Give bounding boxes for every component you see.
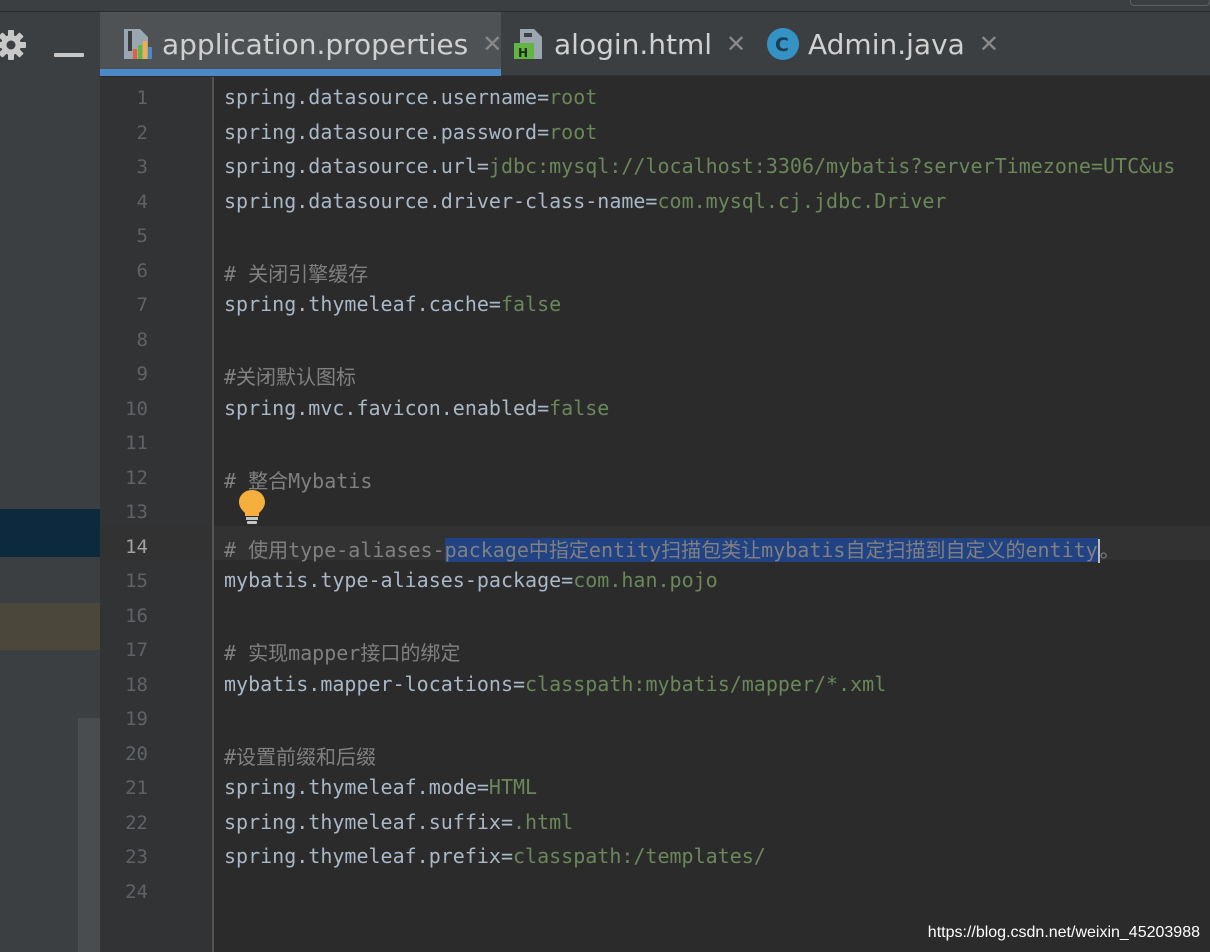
- gutter-separator: [212, 77, 214, 952]
- line-number: 22: [125, 811, 148, 834]
- property-value: root: [549, 119, 598, 144]
- line-number: 17: [125, 639, 148, 661]
- line-number: 14: [125, 535, 148, 558]
- property-value: .html: [512, 809, 574, 834]
- line-number: 1: [136, 87, 148, 109]
- code-line[interactable]: mybatis.type-aliases-package=com.han.poj…: [224, 568, 718, 592]
- code-line[interactable]: # 关闭引擎缓存: [224, 258, 368, 287]
- line-number: 16: [125, 604, 148, 627]
- property-key: spring.datasource.username=: [224, 85, 550, 109]
- code-line[interactable]: mybatis.mapper-locations=classpath:mybat…: [224, 672, 886, 696]
- property-key: spring.thymeleaf.cache=: [224, 292, 501, 316]
- code-line[interactable]: spring.thymeleaf.prefix=classpath:/templ…: [224, 844, 766, 868]
- comment: #关闭默认图标: [224, 365, 357, 389]
- comment: # 实现mapper接口的绑定: [224, 641, 461, 665]
- line-number: 13: [125, 501, 148, 523]
- property-value: com.han.pojo: [573, 568, 718, 592]
- gear-icon[interactable]: [0, 28, 28, 62]
- tab-label: Admin.java: [808, 27, 965, 61]
- line-number: 11: [125, 432, 148, 454]
- code-line[interactable]: spring.datasource.username=root: [224, 85, 597, 109]
- comment: #设置前缀和后缀: [224, 744, 377, 769]
- property-key: spring.thymeleaf.mode=: [224, 775, 489, 799]
- line-number: 5: [136, 225, 148, 247]
- window-top-strip: [0, 0, 1210, 12]
- java-class-icon: C: [767, 28, 799, 60]
- line-number: 4: [136, 190, 148, 213]
- active-tab-indicator: [100, 69, 501, 76]
- line-number: 21: [125, 777, 148, 799]
- code-line[interactable]: spring.datasource.url=jdbc:mysql://local…: [224, 154, 1175, 178]
- line-number: 8: [136, 328, 148, 351]
- property-value: classpath:mybatis/mapper/*.xml: [525, 671, 887, 696]
- project-tree-scrollbar[interactable]: [78, 718, 100, 952]
- project-tree-selected-row[interactable]: [0, 509, 100, 557]
- code-line[interactable]: spring.thymeleaf.cache=false: [224, 292, 561, 316]
- code-line[interactable]: spring.thymeleaf.mode=HTML: [224, 775, 537, 799]
- line-number: 18: [125, 673, 148, 696]
- editor-tab-bar: application.properties ✕ H alogin.html ✕…: [100, 12, 1210, 76]
- code-line[interactable]: spring.datasource.driver-class-name=com.…: [224, 189, 946, 213]
- code-line[interactable]: spring.mvc.favicon.enabled=false: [224, 396, 609, 420]
- tab-alogin-html[interactable]: H alogin.html ✕: [512, 12, 762, 76]
- close-icon[interactable]: ✕: [482, 30, 502, 58]
- line-number: 23: [125, 846, 148, 868]
- code-line[interactable]: spring.datasource.password=root: [224, 120, 597, 144]
- code-line[interactable]: spring.thymeleaf.suffix=.html: [224, 810, 573, 834]
- svg-text:H: H: [518, 46, 528, 60]
- comment: # 使用type-aliases-: [224, 537, 445, 562]
- property-key: spring.datasource.driver-class-name=: [224, 188, 658, 213]
- line-number: 9: [136, 363, 148, 385]
- property-value: com.mysql.cj.jdbc.Driver: [657, 188, 947, 213]
- text-selection: package中指定entity扫描包类让mybatis自定扫描到自定义的ent…: [444, 537, 1098, 562]
- close-icon[interactable]: ✕: [979, 30, 999, 58]
- tab-application-properties[interactable]: application.properties ✕: [100, 12, 502, 76]
- property-key: spring.mvc.favicon.enabled=: [224, 395, 550, 420]
- code-editor[interactable]: 1 spring.datasource.username=root 2 spring.…: [100, 77, 1210, 952]
- line-number: 3: [136, 156, 148, 178]
- property-value: jdbc:mysql://localhost:3306/mybatis?serv…: [488, 154, 1176, 178]
- line-number: 19: [125, 708, 148, 730]
- properties-file-icon: [124, 29, 152, 59]
- line-number: 15: [125, 570, 148, 592]
- tab-admin-java[interactable]: C Admin.java ✕: [766, 12, 1006, 76]
- property-value: classpath:/templates/: [512, 844, 766, 868]
- html-file-icon: H: [514, 29, 542, 60]
- line-number: 10: [125, 397, 148, 420]
- comment: # 关闭引擎缓存: [224, 261, 369, 286]
- line-number: 6: [136, 259, 148, 282]
- close-icon[interactable]: ✕: [726, 30, 746, 58]
- property-key: spring.thymeleaf.prefix=: [224, 844, 513, 868]
- line-number: 24: [125, 880, 148, 903]
- property-value: false: [500, 292, 562, 316]
- svg-text:C: C: [775, 34, 789, 56]
- minus-icon[interactable]: [54, 53, 84, 57]
- property-key: mybatis.mapper-locations=: [224, 671, 526, 696]
- lightbulb-icon[interactable]: [238, 489, 266, 525]
- tab-label: alogin.html: [554, 27, 713, 61]
- line-number: 12: [125, 466, 148, 489]
- property-value: false: [549, 395, 610, 420]
- property-value: root: [549, 85, 598, 109]
- code-line[interactable]: #设置前缀和后缀: [224, 741, 376, 770]
- comment: 。: [1099, 537, 1120, 562]
- property-key: spring.datasource.url=: [224, 154, 489, 178]
- line-number: 7: [136, 294, 148, 316]
- toolbar-corner: [1130, 0, 1210, 6]
- watermark: https://blog.csdn.net/weixin_45203988: [927, 924, 1200, 941]
- code-line[interactable]: # 实现mapper接口的绑定: [224, 637, 460, 666]
- property-value: HTML: [488, 775, 538, 799]
- code-line[interactable]: # 使用type-aliases-package中指定entity扫描包类让my…: [224, 534, 1120, 563]
- line-number: 2: [136, 121, 148, 144]
- property-key: spring.thymeleaf.suffix=: [224, 809, 513, 834]
- property-key: spring.datasource.password=: [224, 119, 550, 144]
- project-tree-highlighted-row[interactable]: [0, 603, 100, 650]
- project-tool-window: [0, 12, 100, 952]
- code-line[interactable]: #关闭默认图标: [224, 361, 356, 390]
- tab-label: application.properties: [162, 27, 469, 61]
- property-key: mybatis.type-aliases-package=: [224, 568, 574, 592]
- line-number: 20: [125, 742, 148, 765]
